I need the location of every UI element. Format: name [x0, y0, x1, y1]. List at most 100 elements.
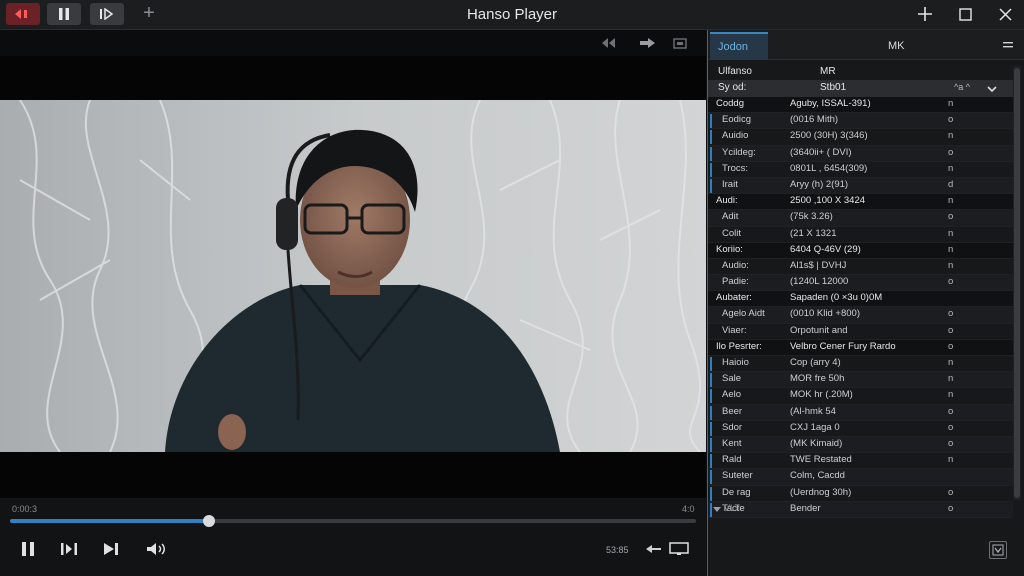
- property-key: Audi:: [716, 195, 738, 207]
- property-key: Eodicg: [722, 114, 752, 126]
- property-row[interactable]: Haioio Cop (arry 4) n: [708, 356, 1013, 373]
- property-flag: n: [948, 227, 954, 239]
- maximize-button[interactable]: [950, 3, 980, 25]
- collapse-icon[interactable]: [713, 505, 721, 513]
- time-total: 4:0: [682, 504, 695, 514]
- add-window-button[interactable]: [910, 3, 940, 25]
- property-row[interactable]: Agelo Aidt (0010 Klid +800) o: [708, 307, 1013, 324]
- property-row[interactable]: Beer (Al-hmk 54 o: [708, 404, 1013, 421]
- property-row[interactable]: Sdor CXJ 1aga 0 o: [708, 421, 1013, 437]
- property-value: MOR fre 50h: [790, 373, 845, 385]
- property-value: Orpotunit and: [790, 324, 848, 336]
- property-row[interactable]: Colit (21 X 1321 n: [708, 227, 1013, 243]
- property-value: 0801L , 6454(309): [790, 162, 868, 174]
- property-key: Aubater:: [716, 292, 752, 304]
- panel-footer-label: VLT: [724, 503, 740, 513]
- property-row[interactable]: Coddg Aguby, ISSAL-391) n: [708, 97, 1013, 114]
- seek-bar[interactable]: [10, 515, 696, 527]
- property-select-row[interactable]: Sy od: Stb01 ^a ^: [708, 80, 1013, 97]
- property-select-key: Sy od:: [718, 82, 747, 93]
- property-key: Auidio: [722, 130, 749, 142]
- pause-button[interactable]: [18, 540, 38, 558]
- property-key: Ilo Pesrter:: [716, 340, 762, 352]
- property-row[interactable]: Irait Aryy (h) 2(91) d: [708, 177, 1013, 195]
- volume-icon: [147, 543, 165, 555]
- row-indicator-bar: [710, 130, 712, 145]
- property-row[interactable]: Eodicg (0016 Mith) o: [708, 113, 1013, 130]
- property-row[interactable]: Kent (MK Kimaid) o: [708, 436, 1013, 454]
- rewind-icon[interactable]: [602, 35, 618, 51]
- tab-jodon[interactable]: Jodon: [710, 32, 768, 60]
- property-key: Viaer:: [722, 324, 747, 336]
- property-key: Adit: [722, 211, 739, 223]
- property-row[interactable]: Suteter Colm, Cacdd: [708, 469, 1013, 486]
- download-icon: [992, 544, 1004, 556]
- property-row[interactable]: Koriio: 6404 Q-46V (29) n: [708, 242, 1013, 259]
- property-flag: n: [948, 162, 954, 174]
- property-row[interactable]: De rag (Uerdnog 30h) o: [708, 486, 1013, 502]
- screen-icon[interactable]: [672, 35, 688, 51]
- rewind-button[interactable]: [644, 540, 664, 558]
- panel-scrollbar[interactable]: [1013, 66, 1021, 500]
- fullscreen-button[interactable]: [668, 540, 690, 558]
- row-indicator-bar: [710, 454, 712, 469]
- next-button[interactable]: [101, 540, 121, 558]
- property-row[interactable]: Adit (75k 3.26) o: [708, 210, 1013, 227]
- property-row[interactable]: Rald TWE Restated n: [708, 453, 1013, 470]
- property-row[interactable]: Aubater: Sapaden (0 ×3u 0)0M: [708, 291, 1013, 308]
- property-flag: o: [948, 211, 954, 223]
- row-indicator-bar: [710, 373, 712, 388]
- property-value: MOK hr (.20M): [790, 389, 853, 401]
- volume-button[interactable]: [145, 540, 169, 558]
- property-flag: o: [948, 486, 954, 498]
- property-row[interactable]: Auidio 2500 (30H) 3(346) n: [708, 129, 1013, 146]
- property-key: Audio:: [722, 259, 749, 271]
- property-select-hint: ^a ^: [954, 82, 970, 92]
- property-row[interactable]: Ycildeg: (3640ii+ ( DVI) o: [708, 145, 1013, 162]
- property-value: 2500 (30H) 3(346): [790, 130, 868, 142]
- property-flag: n: [948, 357, 954, 368]
- property-flag: o: [948, 340, 954, 352]
- property-flag: o: [948, 421, 954, 433]
- video-scene: [0, 100, 706, 452]
- chevron-down-icon[interactable]: [986, 83, 998, 95]
- property-row[interactable]: Audio: Al1s$ | DVHJ n: [708, 259, 1013, 276]
- property-row[interactable]: Padie: (1240L 12000 o: [708, 275, 1013, 292]
- video-area[interactable]: [0, 30, 706, 498]
- property-flag: n: [948, 454, 954, 466]
- property-flag: o: [948, 437, 954, 449]
- panel-menu-button[interactable]: [1002, 37, 1016, 51]
- property-row[interactable]: Sale MOR fre 50h n: [708, 372, 1013, 389]
- property-key: Sale: [722, 373, 742, 385]
- close-button[interactable]: [990, 3, 1020, 25]
- video-frame: [0, 100, 706, 452]
- tab-mk[interactable]: MK: [888, 32, 905, 60]
- property-row[interactable]: Aelo MOK hr (.20M) n: [708, 388, 1013, 405]
- frame-step-button[interactable]: [59, 540, 79, 558]
- property-flag: o: [948, 324, 954, 336]
- property-value: (3640ii+ ( DVI): [790, 146, 852, 158]
- property-value: Velbro Cener Fury Rardo: [790, 340, 896, 352]
- property-row[interactable]: Audi: 2500 ,100 X 3424 n: [708, 194, 1013, 211]
- row-indicator-bar: [710, 470, 712, 485]
- property-value: (MK Kimaid): [790, 437, 843, 449]
- forward-icon[interactable]: [640, 35, 656, 51]
- property-value: 6404 Q-46V (29): [790, 243, 861, 255]
- property-header-key: Ulfanso: [718, 66, 752, 77]
- seek-handle[interactable]: [202, 515, 215, 527]
- property-value: (Al-hmk 54: [790, 405, 836, 417]
- property-key: Ycildeg:: [722, 146, 756, 158]
- property-row[interactable]: Ilo Pesrter: Velbro Cener Fury Rardo o: [708, 339, 1013, 356]
- download-button[interactable]: [989, 541, 1007, 559]
- property-flag: o: [948, 146, 954, 158]
- property-row[interactable]: Viaer: Orpotunit and o: [708, 324, 1013, 340]
- property-key: Suteter: [722, 470, 753, 482]
- property-row[interactable]: Trocs: 0801L , 6454(309) n: [708, 162, 1013, 178]
- panel-scroll-thumb[interactable]: [1014, 68, 1020, 498]
- playback-speed[interactable]: 53:85: [606, 545, 629, 555]
- property-flag: n: [948, 130, 954, 142]
- property-key: Irait: [722, 178, 738, 190]
- property-value: Aryy (h) 2(91): [790, 178, 849, 190]
- pause-icon: [22, 542, 34, 556]
- property-flag: o: [948, 276, 954, 288]
